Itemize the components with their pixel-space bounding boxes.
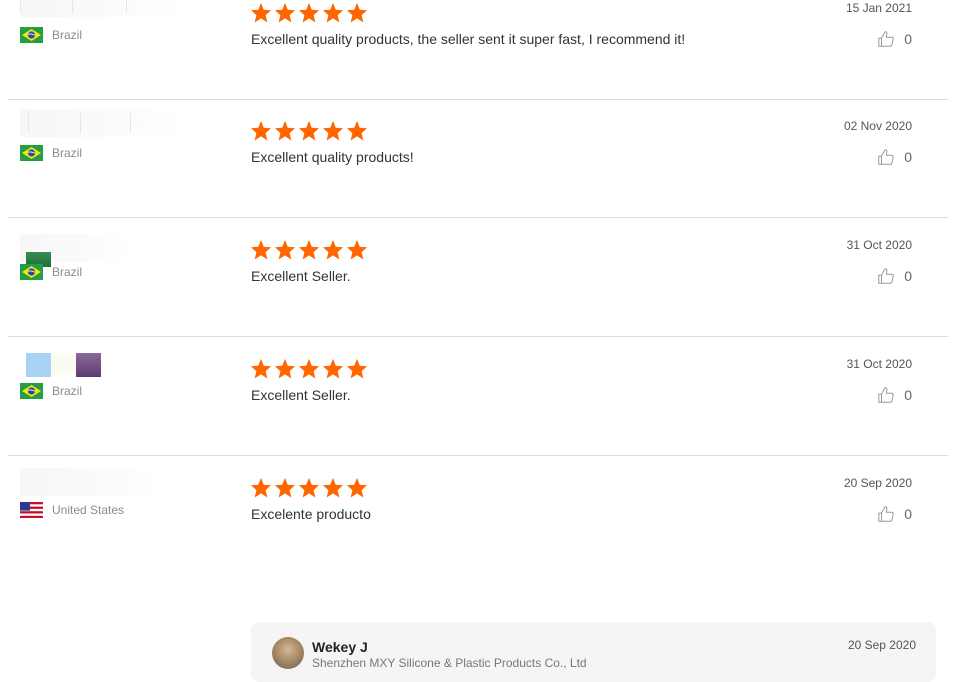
star-icon	[250, 120, 272, 141]
helpful-count: 0	[904, 149, 912, 165]
thumbs-up-icon	[878, 268, 894, 284]
star-icon	[274, 239, 296, 260]
us-flag-icon	[20, 502, 43, 518]
country-name: Brazil	[52, 265, 83, 279]
star-icon	[298, 120, 320, 141]
rating-stars	[250, 239, 368, 260]
review-date: 20 Sep 2020	[843, 476, 912, 490]
reviewer-name-blurred	[20, 468, 160, 496]
seller-company: Shenzhen MXY Silicone & Plastic Products…	[312, 656, 587, 670]
star-icon	[274, 477, 296, 498]
reviewer-name-blurred	[20, 109, 180, 137]
brazil-flag-icon	[20, 383, 43, 399]
review-text: Excellent Seller.	[251, 387, 351, 403]
star-icon	[346, 239, 368, 260]
star-icon	[298, 2, 320, 23]
star-icon	[346, 477, 368, 498]
review-item: United States Excelente producto 20 Sep …	[8, 456, 948, 574]
star-icon	[346, 2, 368, 23]
star-icon	[322, 120, 344, 141]
country-name: United States	[52, 503, 125, 517]
review-text: Excellent Seller.	[251, 268, 351, 284]
seller-reply: Wekey J Shenzhen MXY Silicone & Plastic …	[251, 622, 936, 682]
star-icon	[250, 239, 272, 260]
reviewer-avatar-blurred	[26, 353, 51, 377]
helpful-button[interactable]: 0	[877, 267, 912, 285]
rating-stars	[250, 358, 368, 379]
reply-date: 20 Sep 2020	[847, 638, 916, 652]
country-name: Brazil	[52, 146, 83, 160]
thumbs-up-icon	[878, 387, 894, 403]
reviewer-avatar-blurred	[76, 353, 101, 377]
review-text: Excellent quality products, the seller s…	[251, 31, 686, 47]
reviewer-country: United States	[20, 502, 124, 518]
star-icon	[322, 2, 344, 23]
seller-name: Wekey J	[312, 639, 368, 655]
reviewer-country: Brazil	[20, 264, 82, 280]
helpful-button[interactable]: 0	[877, 148, 912, 166]
review-text: Excellent quality products!	[251, 149, 414, 165]
review-date: 15 Jan 2021	[845, 1, 912, 15]
rating-stars	[250, 2, 368, 23]
reviewer-country: Brazil	[20, 383, 82, 399]
star-icon	[298, 477, 320, 498]
rating-stars	[250, 477, 368, 498]
reviewer-country: Brazil	[20, 27, 82, 43]
helpful-button[interactable]: 0	[877, 30, 912, 48]
star-icon	[250, 477, 272, 498]
helpful-button[interactable]: 0	[877, 386, 912, 404]
rating-stars	[250, 120, 368, 141]
star-icon	[346, 120, 368, 141]
reviewer-avatar-blurred	[51, 355, 76, 375]
seller-avatar	[272, 637, 304, 669]
review-item: Brazil Excellent quality products, the s…	[8, 0, 948, 100]
star-icon	[322, 358, 344, 379]
brazil-flag-icon	[20, 27, 43, 43]
helpful-count: 0	[904, 31, 912, 47]
brazil-flag-icon	[20, 264, 43, 280]
star-icon	[322, 239, 344, 260]
helpful-count: 0	[904, 506, 912, 522]
reviewer-name-blurred	[20, 0, 180, 17]
helpful-count: 0	[904, 268, 912, 284]
star-icon	[322, 477, 344, 498]
helpful-button[interactable]: 0	[877, 505, 912, 523]
country-name: Brazil	[52, 28, 83, 42]
thumbs-up-icon	[878, 31, 894, 47]
review-text: Excelente producto	[251, 506, 371, 522]
review-item: Brazil Excellent Seller. 31 Oct 2020 0	[8, 218, 948, 337]
star-icon	[250, 2, 272, 23]
thumbs-up-icon	[878, 149, 894, 165]
star-icon	[250, 358, 272, 379]
star-icon	[298, 358, 320, 379]
review-item: Brazil Excellent quality products! 02 No…	[8, 99, 948, 218]
review-date: 31 Oct 2020	[846, 238, 912, 252]
review-date: 31 Oct 2020	[846, 357, 912, 371]
star-icon	[274, 2, 296, 23]
thumbs-up-icon	[878, 506, 894, 522]
helpful-count: 0	[904, 387, 912, 403]
star-icon	[274, 120, 296, 141]
star-icon	[274, 358, 296, 379]
star-icon	[346, 358, 368, 379]
star-icon	[298, 239, 320, 260]
brazil-flag-icon	[20, 145, 43, 161]
reviewer-country: Brazil	[20, 145, 82, 161]
country-name: Brazil	[52, 384, 83, 398]
review-item: Brazil Excellent Seller. 31 Oct 2020 0	[8, 337, 948, 456]
review-date: 02 Nov 2020	[843, 119, 912, 133]
